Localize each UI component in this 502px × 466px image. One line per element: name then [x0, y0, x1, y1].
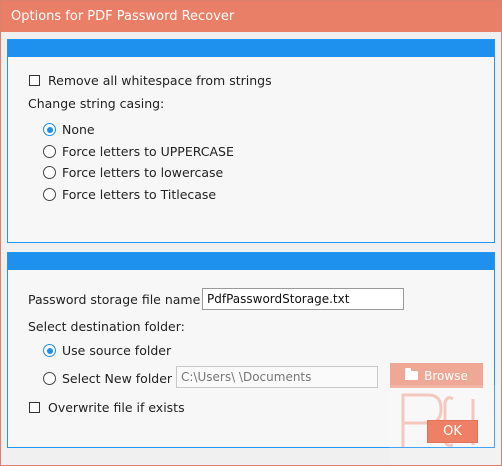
string-options-panel — [7, 39, 495, 243]
panel-header-bar — [8, 40, 494, 57]
casing-option-uppercase[interactable]: Force letters to UPPERCASE — [43, 144, 234, 159]
radio-button[interactable] — [43, 372, 56, 385]
browse-label: Browse — [424, 368, 468, 383]
overwrite-label: Overwrite file if exists — [48, 400, 185, 415]
panel-header-bar — [8, 253, 494, 270]
radio-button[interactable] — [43, 344, 56, 357]
ok-button[interactable]: OK — [427, 420, 478, 443]
file-name-label: Password storage file name — [28, 292, 201, 307]
use-source-folder-radio[interactable]: Use source folder — [43, 343, 171, 358]
radio-label: Use source folder — [62, 343, 172, 358]
radio-label: Select New folder — [62, 371, 173, 386]
select-new-folder-radio[interactable]: Select New folder — [43, 371, 172, 386]
options-dialog: Options for PDF Password Recover Remove … — [0, 0, 502, 466]
dest-label-row: Select destination folder: — [28, 319, 185, 334]
radio-button[interactable] — [43, 166, 56, 179]
checkbox-box[interactable] — [29, 402, 40, 413]
casing-option-none[interactable]: None — [43, 122, 95, 137]
overwrite-checkbox[interactable]: Overwrite file if exists — [29, 400, 185, 415]
ok-label: OK — [443, 424, 462, 439]
folder-path-input[interactable]: C:\Users\ \Documents — [176, 366, 378, 388]
file-name-label-row: Password storage file name — [28, 292, 200, 307]
casing-label-row: Change string casing: — [28, 96, 164, 111]
checkbox-box[interactable] — [29, 75, 40, 86]
radio-label: None — [62, 122, 95, 137]
radio-button[interactable] — [43, 145, 56, 158]
casing-option-titlecase[interactable]: Force letters to Titlecase — [43, 187, 216, 202]
casing-label: Change string casing: — [28, 96, 165, 111]
radio-label: Force letters to UPPERCASE — [62, 144, 234, 159]
radio-label: Force letters to Titlecase — [62, 187, 217, 202]
radio-label: Force letters to lowercase — [62, 165, 224, 180]
radio-button[interactable] — [43, 123, 56, 136]
folder-icon — [405, 368, 419, 380]
casing-option-lowercase[interactable]: Force letters to lowercase — [43, 165, 223, 180]
dest-folder-label: Select destination folder: — [28, 319, 185, 334]
window-title: Options for PDF Password Recover — [11, 9, 235, 24]
radio-button[interactable] — [43, 188, 56, 201]
remove-whitespace-checkbox[interactable]: Remove all whitespace from strings — [29, 73, 272, 88]
title-bar: Options for PDF Password Recover — [1, 1, 501, 32]
remove-whitespace-label: Remove all whitespace from strings — [48, 73, 272, 88]
file-name-input[interactable]: PdfPasswordStorage.txt — [202, 288, 404, 310]
